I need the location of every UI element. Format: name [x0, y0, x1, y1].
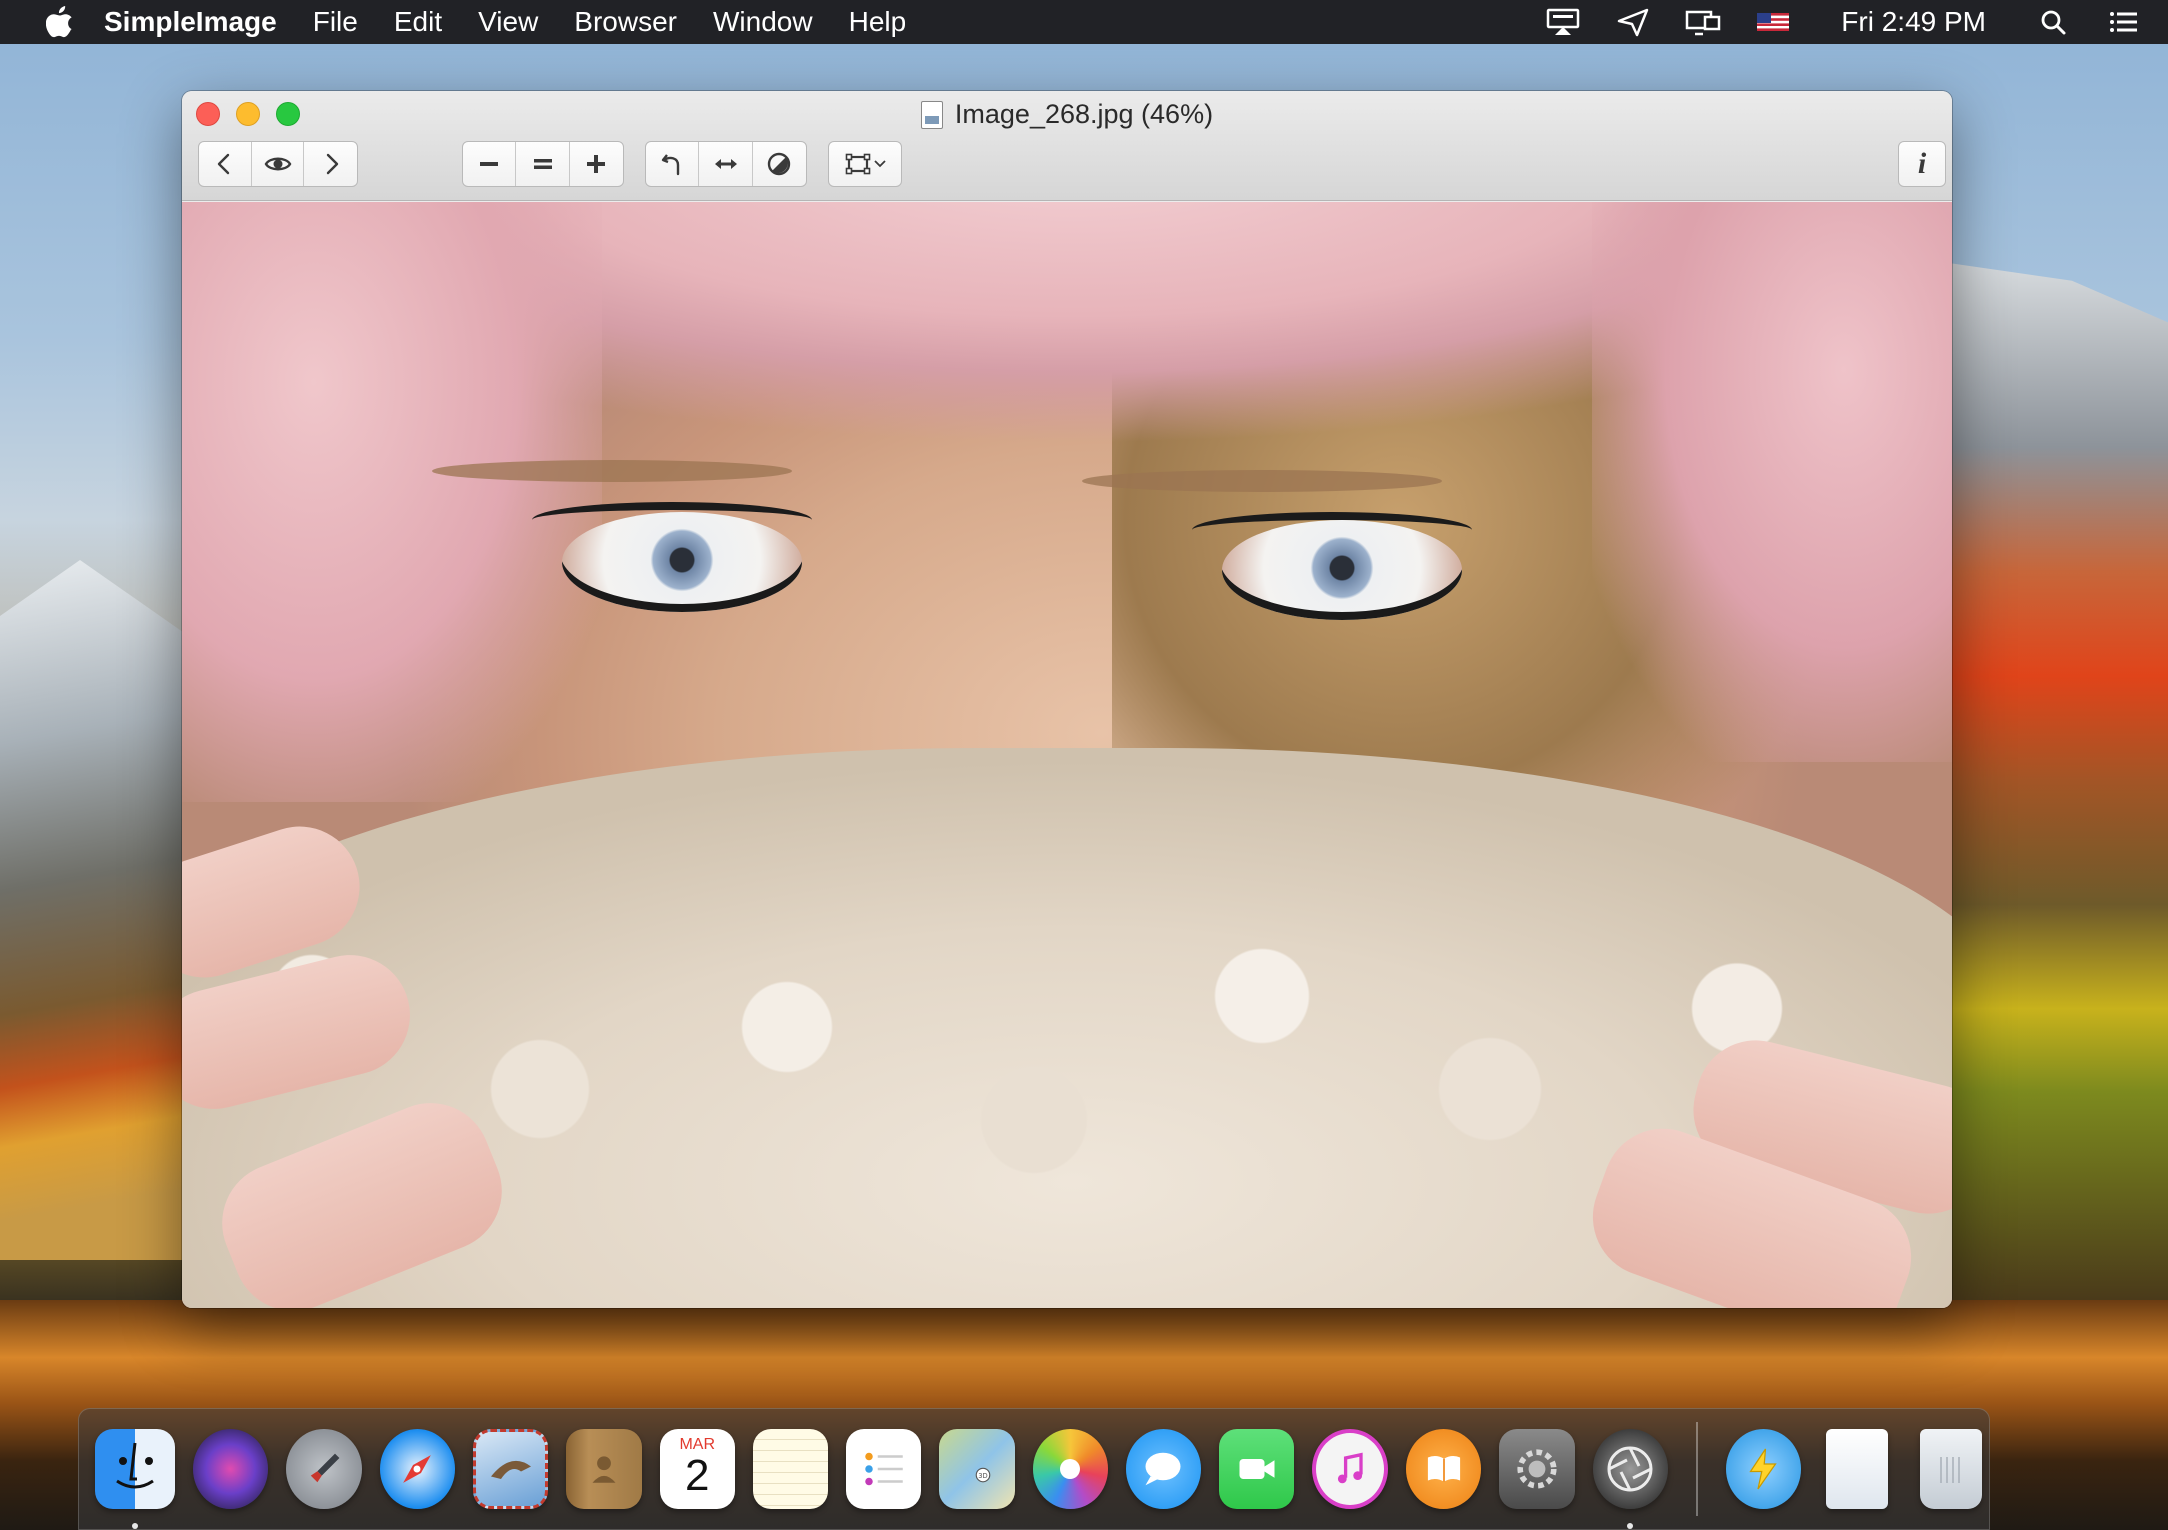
us-flag-input-icon[interactable]: [1753, 6, 1793, 38]
menu-view[interactable]: View: [478, 6, 538, 38]
image-canvas[interactable]: [182, 202, 1952, 1308]
next-icon: [326, 153, 338, 175]
calendar-icon[interactable]: MAR 2: [659, 1429, 735, 1509]
chevron-down-icon: [874, 160, 886, 168]
color-adjust-icon: [768, 152, 791, 176]
menu-file[interactable]: File: [313, 6, 358, 38]
facetime-icon[interactable]: [1219, 1429, 1295, 1509]
send-icon[interactable]: [1613, 6, 1653, 38]
calendar-day: 2: [684, 1451, 710, 1500]
photo-knit-hat-right: [1592, 202, 1952, 762]
notification-center-icon[interactable]: [2104, 6, 2144, 38]
launchpad-icon[interactable]: [286, 1429, 362, 1509]
wallpaper-mountain-right: [1928, 260, 2168, 1300]
crop-icon: [845, 153, 871, 175]
dock-separator: [1695, 1422, 1698, 1516]
image-viewer-window: Image_268.jpg (46%) i: [182, 91, 1952, 1308]
zoom-out-button[interactable]: [463, 142, 517, 186]
photo-knit-hat-left: [182, 202, 602, 802]
zoom-in-icon: [587, 155, 606, 173]
photos-icon[interactable]: [1032, 1429, 1108, 1509]
messages-icon[interactable]: [1125, 1429, 1202, 1509]
thunder-globe-icon[interactable]: [1725, 1429, 1801, 1509]
photo-right-eye: [1222, 520, 1462, 620]
adjust-group: [645, 141, 807, 187]
spotlight-search-icon[interactable]: [2034, 6, 2074, 38]
system-preferences-icon[interactable]: [1499, 1429, 1575, 1509]
document-stack-icon[interactable]: [1825, 1429, 1889, 1509]
menu-app-name[interactable]: SimpleImage: [104, 6, 277, 38]
previous-icon: [217, 153, 230, 175]
menu-help[interactable]: Help: [849, 6, 907, 38]
menu-bar: SimpleImage File Edit View Browser Windo…: [0, 0, 2168, 44]
previous-image-button[interactable]: [199, 142, 252, 186]
menu-edit[interactable]: Edit: [394, 6, 442, 38]
navigation-group: [198, 141, 358, 187]
menu-window[interactable]: Window: [713, 6, 813, 38]
itunes-icon[interactable]: [1312, 1429, 1389, 1509]
dock: MAR 2 3D: [78, 1408, 1990, 1530]
wallpaper-mountain-left: [0, 560, 200, 1260]
flip-horizontal-button[interactable]: [699, 142, 753, 186]
preview-eye-icon: [264, 157, 291, 171]
color-adjust-button[interactable]: [753, 142, 806, 186]
finder-icon[interactable]: [95, 1429, 175, 1529]
contacts-icon[interactable]: [566, 1429, 642, 1509]
menu-browser[interactable]: Browser: [574, 6, 677, 38]
flip-horizontal-icon: [714, 159, 737, 169]
trash-icon[interactable]: [1920, 1429, 1983, 1509]
safari-icon[interactable]: [379, 1429, 455, 1509]
window-title: Image_268.jpg (46%): [182, 99, 1952, 130]
notes-icon[interactable]: [752, 1429, 829, 1509]
apple-menu-icon[interactable]: [38, 6, 82, 38]
reminders-icon[interactable]: [846, 1429, 922, 1509]
actual-size-button[interactable]: [516, 142, 570, 186]
menu-clock[interactable]: Fri 2:49 PM: [1841, 6, 1986, 38]
mail-icon[interactable]: [472, 1429, 549, 1509]
actual-size-icon: [533, 159, 552, 169]
photo-left-eye: [562, 512, 802, 612]
preview-button[interactable]: [252, 142, 305, 186]
simpleimage-aperture-icon[interactable]: [1592, 1429, 1668, 1529]
photo-right-brow: [1082, 470, 1442, 492]
zoom-group: [462, 141, 624, 187]
info-button[interactable]: i: [1898, 141, 1946, 187]
rotate-left-button[interactable]: [646, 142, 700, 186]
window-title-text: Image_268.jpg (46%): [954, 99, 1214, 129]
zoom-out-icon: [480, 162, 499, 166]
rotate-left-icon: [661, 154, 680, 176]
displays-icon[interactable]: [1683, 6, 1723, 38]
siri-icon[interactable]: [193, 1429, 269, 1509]
zoom-in-button[interactable]: [570, 142, 623, 186]
crop-group: [828, 141, 902, 187]
next-image-button[interactable]: [304, 142, 357, 186]
ibooks-icon[interactable]: [1406, 1429, 1482, 1509]
photo-left-brow: [432, 460, 792, 482]
document-proxy-icon[interactable]: [920, 100, 943, 129]
window-titlebar: Image_268.jpg (46%) i: [182, 91, 1952, 201]
maps-icon[interactable]: 3D: [939, 1429, 1015, 1509]
svg-text:3D: 3D: [978, 1472, 988, 1480]
crop-menu-button[interactable]: [829, 142, 901, 186]
display-mirroring-icon[interactable]: [1543, 6, 1583, 38]
